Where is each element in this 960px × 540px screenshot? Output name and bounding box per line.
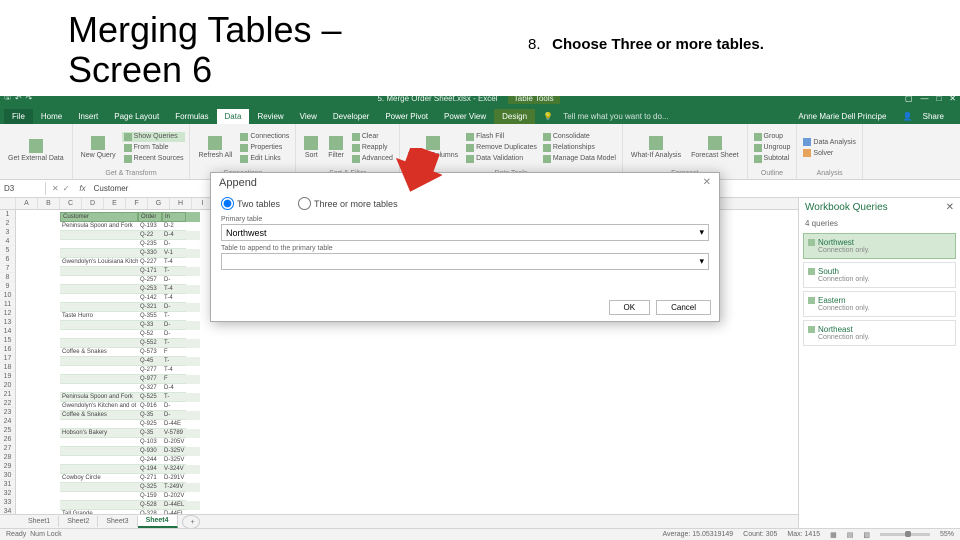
remove-duplicates-button[interactable]: Remove Duplicates — [464, 143, 539, 153]
consolidate-button[interactable]: Consolidate — [541, 132, 618, 142]
formula-bar[interactable]: Customer — [90, 182, 133, 195]
connections-button[interactable]: Connections — [238, 132, 291, 142]
tab-home[interactable]: Home — [33, 109, 70, 124]
append-dialog: Append✕ Two tables Three or more tables … — [210, 172, 720, 322]
tab-page-layout[interactable]: Page Layout — [106, 109, 167, 124]
zoom-slider[interactable] — [880, 533, 930, 536]
share-button[interactable]: 👤 Share — [894, 109, 960, 124]
primary-table-select[interactable]: Northwest▾ — [221, 224, 709, 241]
sheet-tab-1[interactable]: Sheet1 — [20, 516, 59, 527]
dialog-title: Append — [219, 177, 257, 189]
sheet-tab-4[interactable]: Sheet4 — [138, 515, 178, 528]
radio-three-or-more[interactable]: Three or more tables — [298, 197, 398, 210]
chevron-down-icon: ▾ — [699, 256, 704, 267]
sheet-tab-3[interactable]: Sheet3 — [98, 516, 137, 527]
group-button[interactable]: Group — [752, 132, 793, 142]
queries-count: 4 queries — [799, 217, 960, 230]
show-queries-button[interactable]: Show Queries — [122, 132, 186, 142]
tab-formulas[interactable]: Formulas — [167, 109, 216, 124]
tab-review[interactable]: Review — [249, 109, 291, 124]
data-validation-button[interactable]: Data Validation — [464, 154, 539, 164]
edit-links-button[interactable]: Edit Links — [238, 154, 291, 164]
status-count: Count: 305 — [743, 531, 777, 538]
zoom-level[interactable]: 55% — [940, 531, 954, 538]
view-normal-icon[interactable]: ▦ — [830, 531, 837, 539]
ribbon-tabs: File Home Insert Page Layout Formulas Da… — [0, 106, 960, 124]
flash-fill-button[interactable]: Flash Fill — [464, 132, 539, 142]
fx-icon[interactable]: fx — [75, 184, 89, 193]
ungroup-button[interactable]: Ungroup — [752, 143, 793, 153]
tab-view[interactable]: View — [292, 109, 325, 124]
tab-developer[interactable]: Developer — [325, 109, 377, 124]
filter-button[interactable]: Filter — [324, 126, 348, 169]
append-table-select[interactable]: ▾ — [221, 253, 709, 270]
sort-button[interactable]: Sort — [300, 126, 322, 169]
get-external-data-button[interactable]: Get External Data — [4, 126, 68, 176]
manage-data-model-button[interactable]: Manage Data Model — [541, 154, 618, 164]
tab-design[interactable]: Design — [494, 109, 535, 124]
recent-sources-button[interactable]: Recent Sources — [122, 154, 186, 164]
tell-me-input[interactable]: 💡 Tell me what you want to do... — [535, 109, 790, 124]
forecast-sheet-button[interactable]: Forecast Sheet — [687, 126, 742, 169]
page-title: Merging Tables – Screen 6 — [68, 10, 342, 89]
ok-button[interactable]: OK — [609, 300, 651, 315]
refresh-all-button[interactable]: Refresh All — [194, 126, 236, 169]
tab-power-pivot[interactable]: Power Pivot — [377, 109, 436, 124]
from-table-button[interactable]: From Table — [122, 143, 186, 153]
accept-edit-icon[interactable]: ✓ — [63, 184, 70, 193]
close-pane-icon[interactable]: ✕ — [946, 202, 954, 213]
query-item-south[interactable]: SouthConnection only. — [803, 262, 956, 288]
queries-pane-title: Workbook Queries — [805, 202, 888, 213]
row-headers: 1234567891011121314151617181920212223242… — [0, 210, 16, 514]
sheet-tabs: Sheet1 Sheet2 Sheet3 Sheet4 + — [0, 514, 798, 528]
query-item-eastern[interactable]: EasternConnection only. — [803, 291, 956, 317]
new-query-button[interactable]: New Query — [77, 126, 120, 169]
tab-insert[interactable]: Insert — [70, 109, 106, 124]
cancel-button[interactable]: Cancel — [656, 300, 711, 315]
add-sheet-button[interactable]: + — [182, 515, 200, 529]
query-item-northeast[interactable]: NortheastConnection only. — [803, 320, 956, 346]
clear-button[interactable]: Clear — [350, 132, 395, 142]
what-if-button[interactable]: What-If Analysis — [627, 126, 685, 169]
query-item-northwest[interactable]: NorthwestConnection only. — [803, 233, 956, 259]
callout-arrow-icon — [392, 148, 442, 198]
relationships-button[interactable]: Relationships — [541, 143, 618, 153]
data-analysis-button[interactable]: Data Analysis — [801, 137, 857, 147]
status-average: Average: 15.05319149 — [662, 531, 733, 538]
tab-power-view[interactable]: Power View — [436, 109, 494, 124]
data-table[interactable]: Customer Order In Peninsula Spoon and Fo… — [60, 212, 200, 514]
advanced-button[interactable]: Advanced — [350, 154, 395, 164]
workbook-queries-pane: Workbook Queries ✕ 4 queries NorthwestCon… — [798, 198, 960, 528]
sheet-tab-2[interactable]: Sheet2 — [59, 516, 98, 527]
view-page-icon[interactable]: ▤ — [847, 531, 854, 539]
subtotal-button[interactable]: Subtotal — [752, 154, 793, 164]
cancel-edit-icon[interactable]: ✕ — [52, 184, 59, 193]
name-box[interactable]: D3 — [0, 182, 46, 195]
status-bar: Ready Num Lock Average: 15.05319149 Coun… — [0, 528, 960, 540]
radio-two-tables[interactable]: Two tables — [221, 197, 280, 210]
solver-button[interactable]: Solver — [801, 148, 857, 158]
chevron-down-icon: ▾ — [699, 227, 704, 238]
status-max: Max: 1415 — [787, 531, 820, 538]
tab-file[interactable]: File — [4, 109, 33, 124]
properties-button[interactable]: Properties — [238, 143, 291, 153]
user-name[interactable]: Anne Marie Dell Principe — [790, 109, 894, 124]
dialog-close-icon[interactable]: ✕ — [703, 177, 711, 189]
instruction-step: 8. Choose Three or more tables. — [528, 36, 764, 53]
tab-data[interactable]: Data — [217, 109, 250, 124]
reapply-button[interactable]: Reapply — [350, 143, 395, 153]
view-break-icon[interactable]: ▧ — [863, 531, 870, 539]
